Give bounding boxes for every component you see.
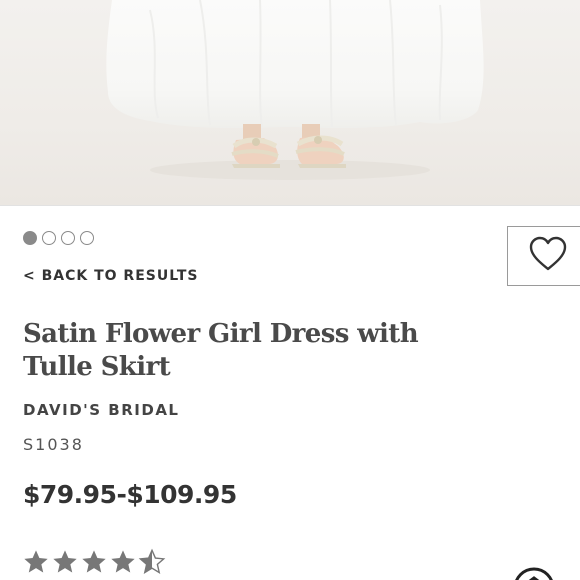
gallery-dot-2[interactable] — [42, 231, 56, 245]
gallery-dot-1[interactable] — [23, 231, 37, 245]
brand-name[interactable]: DAVID'S BRIDAL — [23, 401, 179, 419]
star-icon — [82, 550, 106, 573]
chat-icon[interactable] — [512, 566, 556, 580]
back-to-results-link[interactable]: < BACK TO RESULTS — [23, 268, 198, 284]
gallery-dot-4[interactable] — [80, 231, 94, 245]
gallery-dot-3[interactable] — [61, 231, 75, 245]
divider — [0, 205, 580, 206]
product-sku: S1038 — [23, 435, 84, 454]
add-to-favorites-button[interactable] — [507, 226, 580, 286]
heart-icon — [528, 236, 568, 277]
product-image[interactable] — [0, 0, 580, 205]
dress-photo — [106, 0, 484, 180]
star-icon — [111, 550, 135, 573]
star-icon — [24, 550, 48, 573]
product-title: Satin Flower Girl Dress with Tulle Skirt — [23, 319, 419, 382]
product-price: $79.95-$109.95 — [23, 480, 237, 509]
gallery-pagination — [23, 231, 94, 245]
star-half-icon — [138, 548, 166, 574]
star-rating[interactable] — [22, 548, 166, 576]
star-icon — [53, 550, 77, 573]
